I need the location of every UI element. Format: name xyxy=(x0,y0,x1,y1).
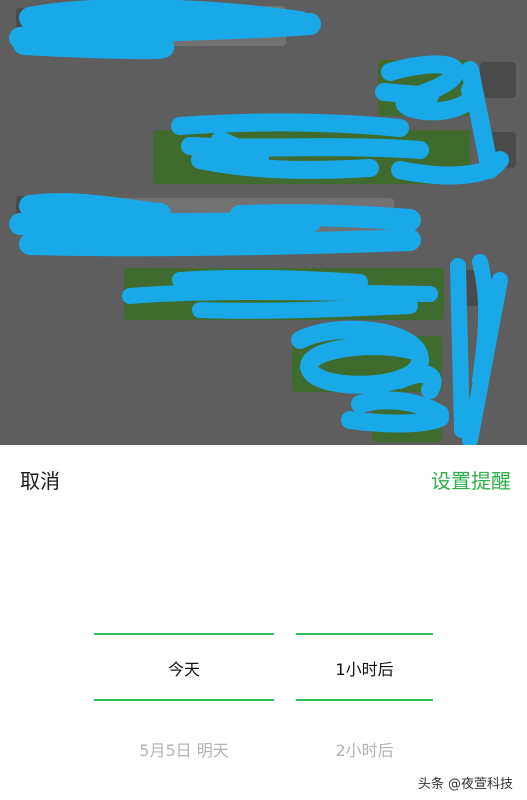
day-option-selected[interactable]: 今天 xyxy=(94,656,274,680)
day-option-next[interactable]: 5月5日 明天 xyxy=(94,737,274,761)
selection-line-top xyxy=(94,633,274,635)
day-picker[interactable]: 今天 5月5日 明天 xyxy=(94,555,274,795)
cancel-button[interactable]: 取消 xyxy=(20,465,60,494)
sheet-header: 取消 设置提醒 xyxy=(0,445,527,513)
chat-background xyxy=(0,0,527,445)
selection-line-top xyxy=(296,633,433,635)
time-option-selected[interactable]: 1小时后 xyxy=(296,656,433,680)
set-reminder-button[interactable]: 设置提醒 xyxy=(431,465,511,494)
selection-line-bottom xyxy=(94,699,274,701)
selection-line-bottom xyxy=(296,699,433,701)
watermark-text: 头条 @夜萱科技 xyxy=(417,777,513,792)
time-option-next[interactable]: 2小时后 xyxy=(296,737,433,761)
reminder-sheet: 取消 设置提醒 今天 5月5日 明天 1小时后 2小时后 xyxy=(0,445,527,800)
time-picker[interactable]: 1小时后 2小时后 xyxy=(296,555,433,795)
redaction-scribble xyxy=(9,0,509,445)
